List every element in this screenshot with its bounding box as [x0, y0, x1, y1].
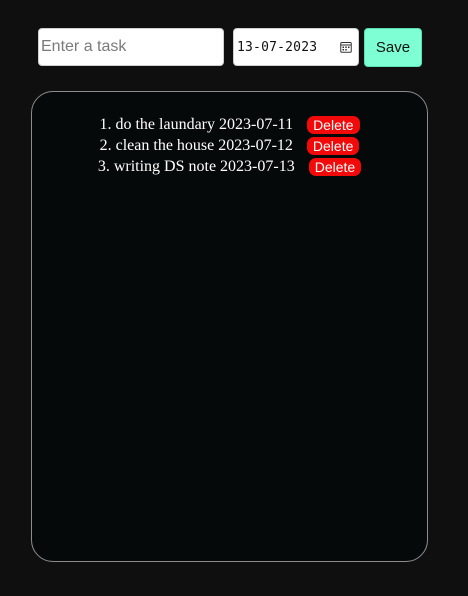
todo-date: 2023-07-11: [219, 115, 294, 133]
todo-list-panel: 1. do the laundary 2023-07-11 Delete 2. …: [31, 91, 428, 562]
delete-button[interactable]: Delete: [307, 115, 360, 134]
todo-item: 1. do the laundary 2023-07-11 Delete: [32, 114, 427, 135]
date-value: 13-07-2023: [237, 39, 318, 55]
todo-number: 3.: [97, 157, 110, 175]
calendar-icon[interactable]: [340, 41, 352, 53]
todo-text: writing DS note: [113, 157, 217, 175]
todo-item: 2. clean the house 2023-07-12 Delete: [32, 135, 427, 156]
delete-button[interactable]: Delete: [308, 157, 362, 176]
todo-text: clean the house: [115, 136, 215, 154]
todo-date: 2023-07-12: [218, 136, 293, 154]
todo-item: 3. writing DS note 2023-07-13 Delete: [32, 156, 427, 177]
delete-button[interactable]: Delete: [306, 136, 360, 155]
todo-text: do the laundary: [115, 115, 215, 133]
todo-date: 2023-07-13: [220, 157, 295, 175]
todo-list: 1. do the laundary 2023-07-11 Delete 2. …: [32, 114, 427, 177]
task-form: 13-07-2023 Save: [38, 28, 438, 68]
save-button[interactable]: Save: [364, 28, 422, 67]
date-input[interactable]: 13-07-2023: [233, 28, 359, 66]
todo-number: 2.: [99, 136, 112, 154]
todo-number: 1.: [99, 115, 112, 133]
task-input[interactable]: [38, 28, 224, 66]
